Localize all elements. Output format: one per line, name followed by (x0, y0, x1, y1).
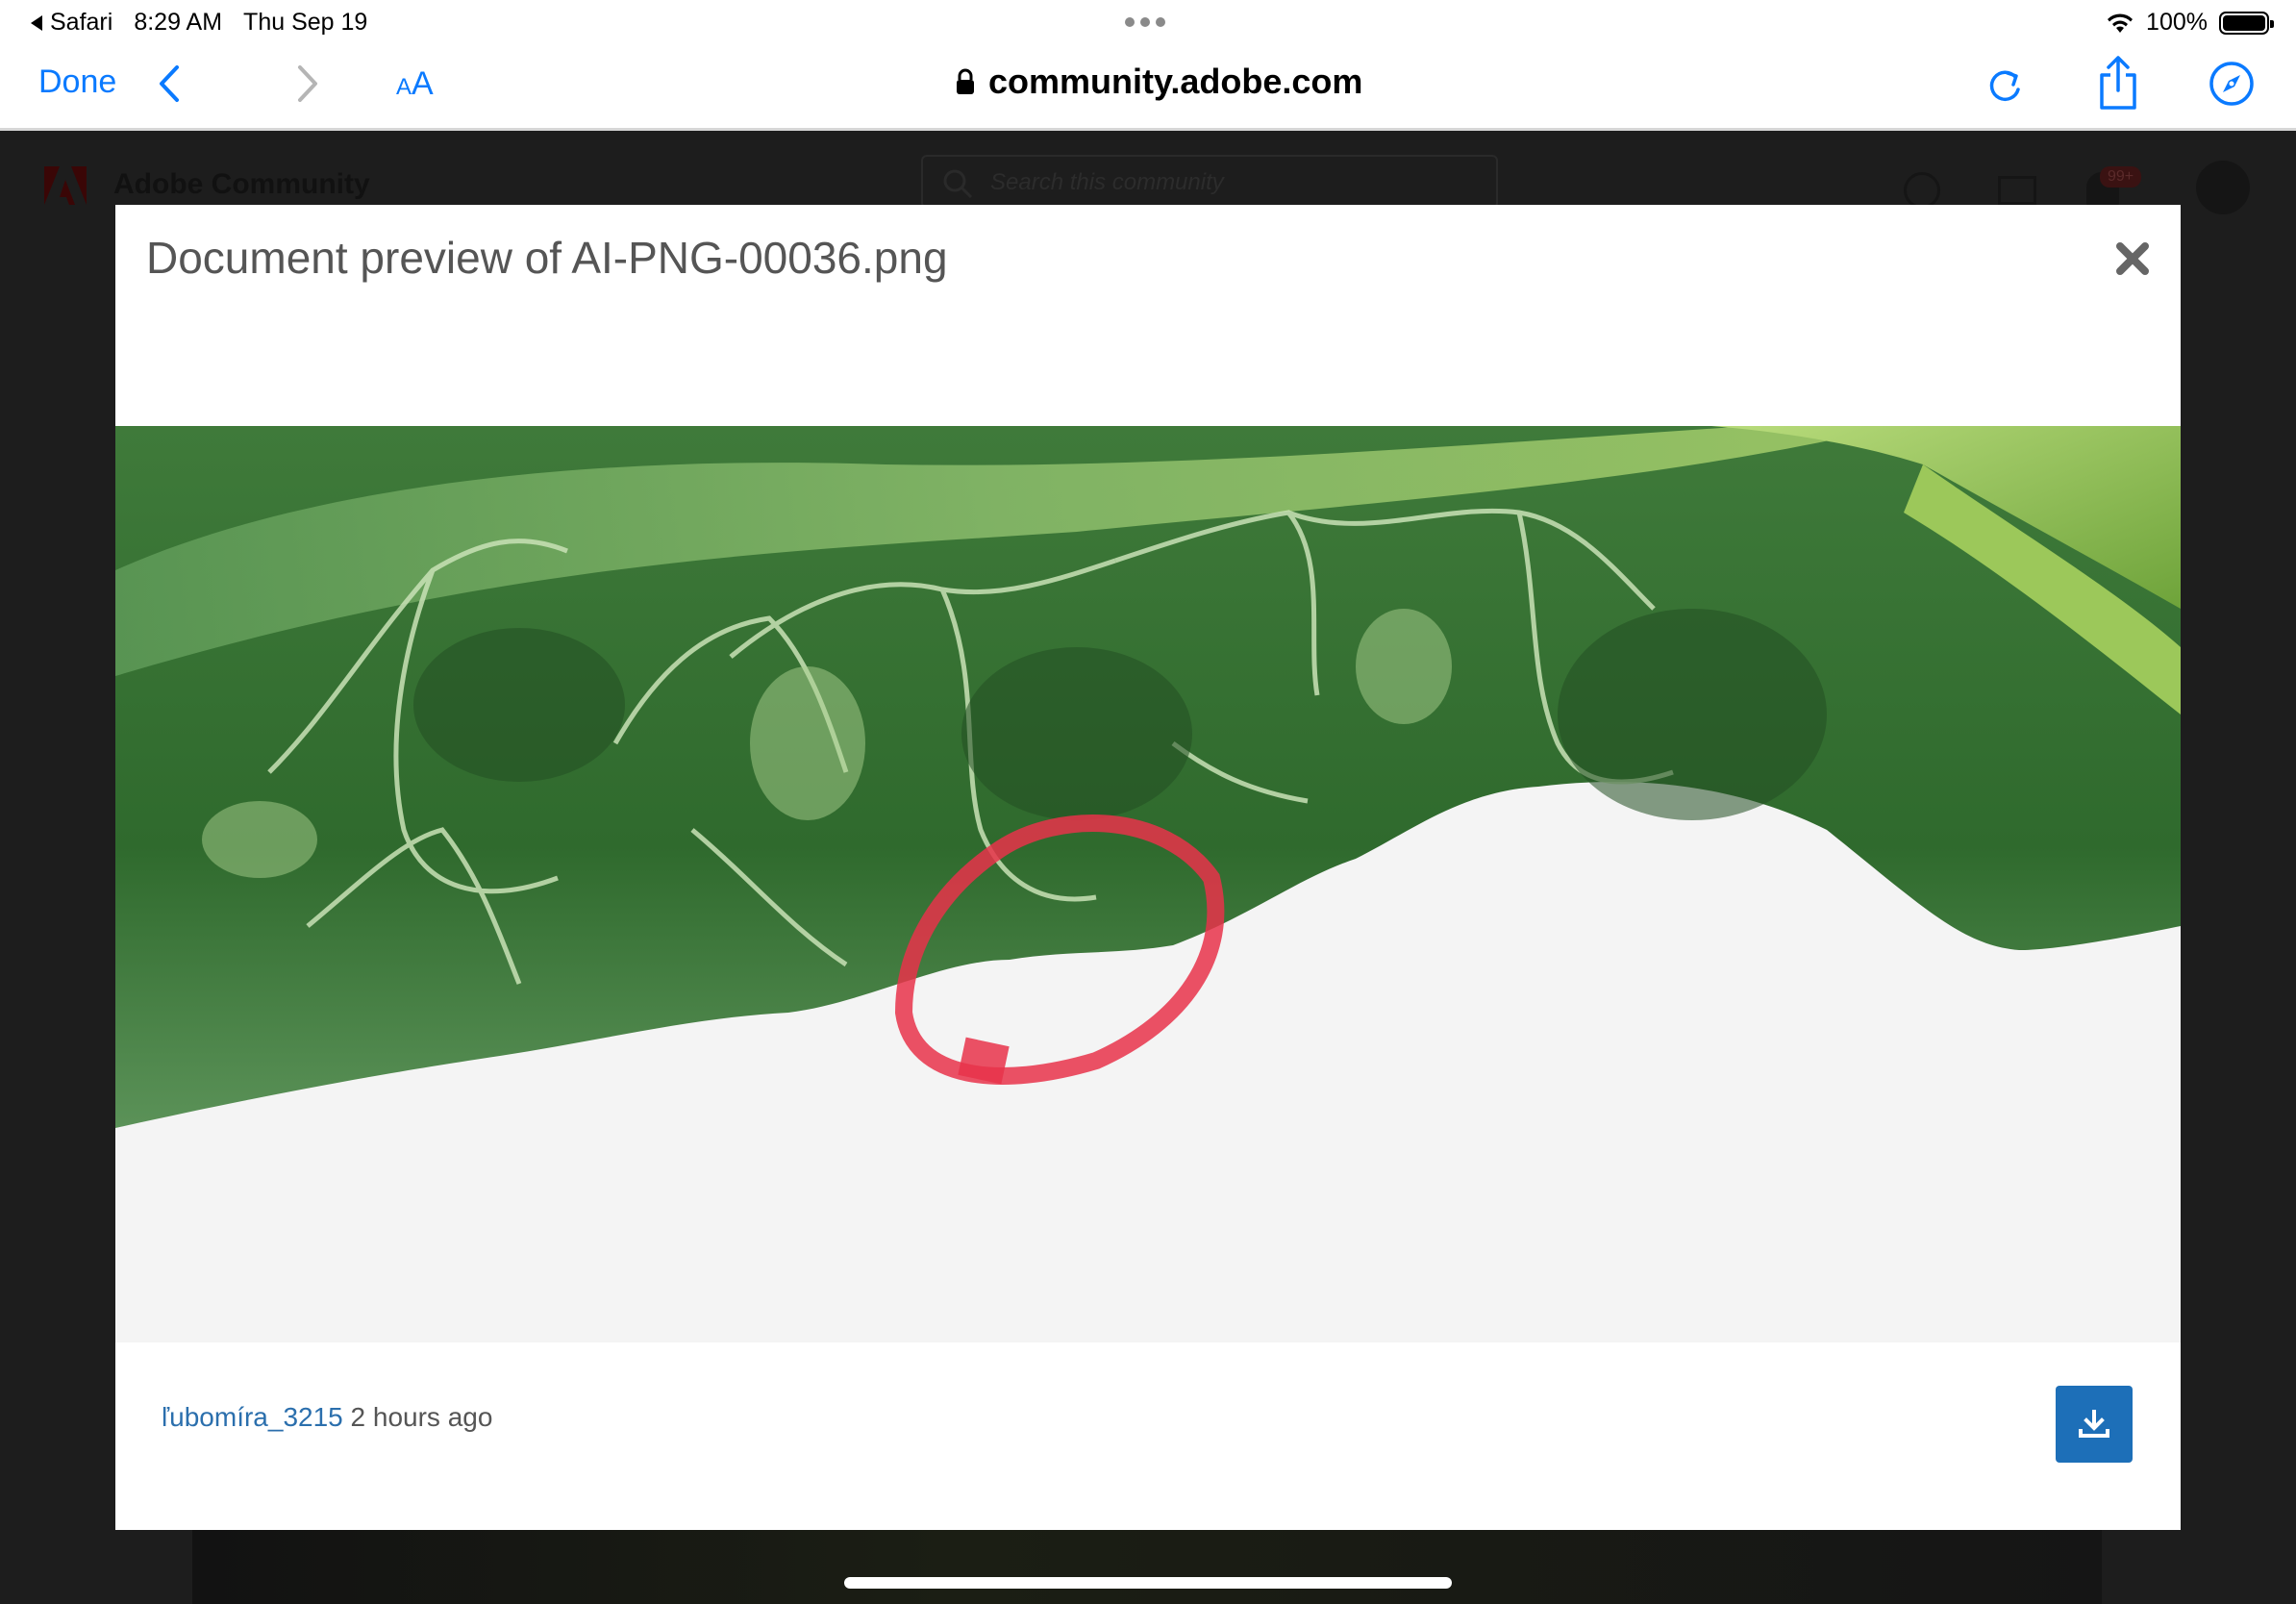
status-bar: Safari 8:29 AM Thu Sep 19 100% (0, 0, 2296, 46)
close-icon[interactable] (2113, 239, 2152, 278)
document-preview-modal: Document preview of AI-PNG-00036.png ľub… (115, 205, 2181, 1530)
avatar (2196, 161, 2250, 214)
site-header: Adobe Community Search this community 99… (0, 134, 2296, 214)
url-text: community.adobe.com (988, 62, 1363, 101)
download-icon (2079, 1410, 2109, 1438)
modal-title: Document preview of AI-PNG-00036.png (146, 233, 948, 283)
search-icon (943, 169, 973, 199)
notification-badge: 99+ (2100, 166, 2142, 188)
text-size-button[interactable]: AA (396, 65, 434, 103)
lock-icon (957, 68, 974, 94)
modal-footer: ľubomíra_3215 2 hours ago (115, 1342, 2181, 1530)
back-to-app[interactable]: Safari (31, 9, 112, 37)
mail-icon (1998, 176, 2036, 205)
status-date: Thu Sep 19 (243, 9, 368, 36)
site-title: Adobe Community (113, 168, 370, 200)
download-button[interactable] (2056, 1386, 2133, 1463)
forward-chevron-icon[interactable] (287, 60, 325, 108)
home-indicator[interactable] (844, 1577, 1452, 1589)
battery-icon (2219, 11, 2274, 35)
back-triangle-icon (31, 14, 42, 31)
community-search: Search this community (921, 155, 1498, 209)
back-app-label: Safari (50, 9, 113, 36)
browser-toolbar: Done AA community.adobe.com (0, 46, 2296, 131)
attachment-meta: ľubomíra_3215 2 hours ago (162, 1402, 492, 1433)
background-post-image (192, 1528, 2102, 1604)
image-preview (115, 426, 2181, 1342)
share-icon[interactable] (2096, 54, 2140, 112)
battery-percent: 100% (2146, 9, 2208, 36)
attachment-timestamp: 2 hours ago (350, 1402, 493, 1432)
compass-icon[interactable] (2208, 60, 2256, 108)
adobe-logo-icon (44, 166, 87, 205)
reload-icon[interactable] (1983, 63, 2027, 108)
status-time: 8:29 AM (134, 9, 223, 36)
back-chevron-icon[interactable] (152, 60, 190, 108)
multitasking-dots[interactable] (1125, 17, 1165, 27)
globe-icon (1904, 172, 1940, 209)
done-button[interactable]: Done (38, 63, 116, 101)
preview-image (115, 426, 2181, 1342)
author-link[interactable]: ľubomíra_3215 (162, 1402, 343, 1432)
address-bar[interactable]: community.adobe.com (956, 62, 1362, 102)
wifi-icon (2108, 13, 2134, 33)
search-placeholder: Search this community (990, 169, 1224, 195)
